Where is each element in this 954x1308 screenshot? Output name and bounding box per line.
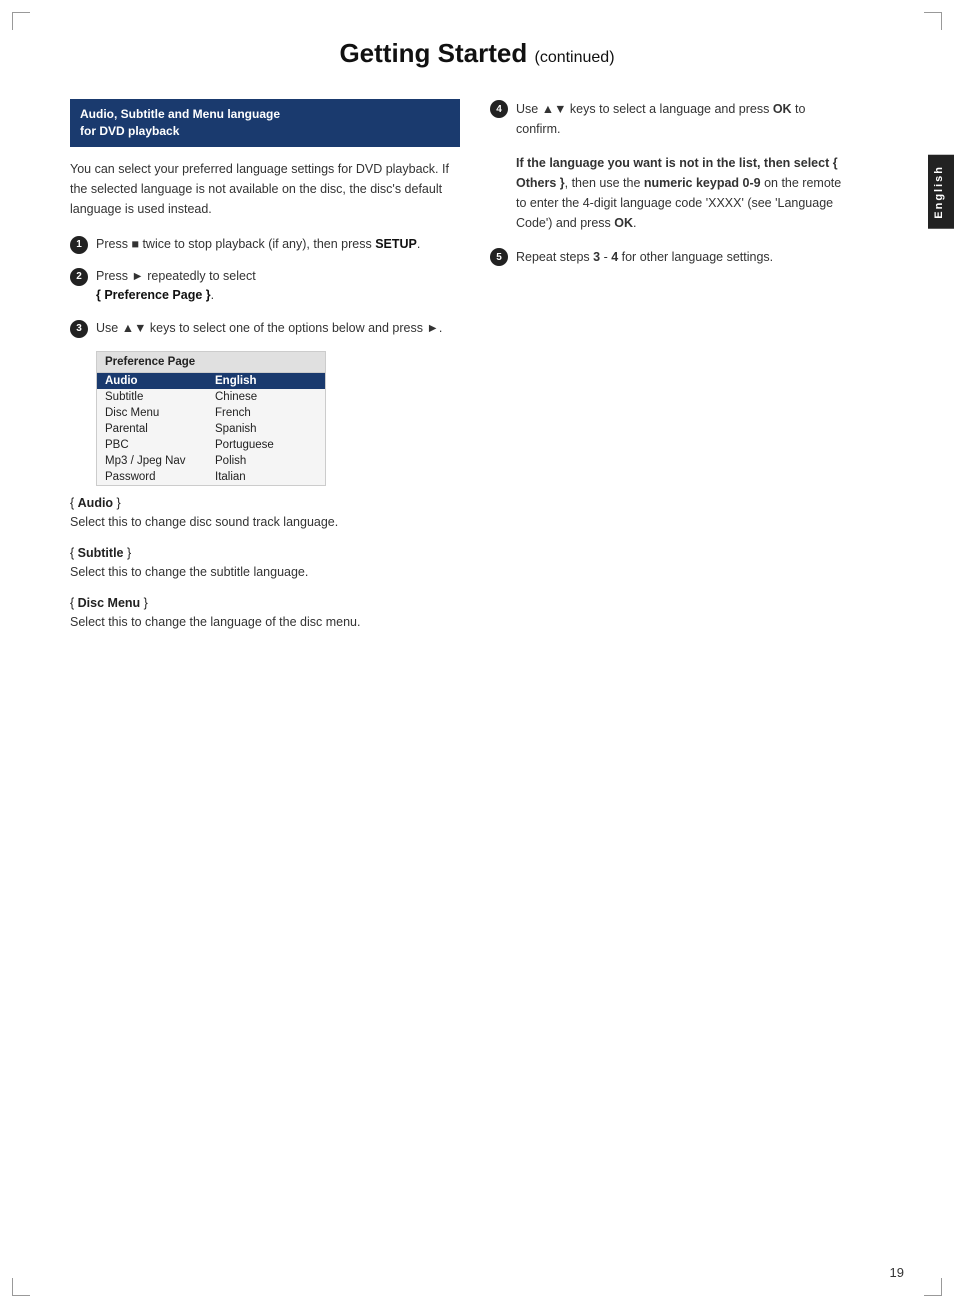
page-number: 19 xyxy=(890,1265,904,1280)
pref-left-4: PBC xyxy=(105,439,215,451)
pref-right-1: Chinese xyxy=(215,391,257,403)
pref-right-2: French xyxy=(215,407,251,419)
section-item-subtitle-title: { Subtitle } xyxy=(70,546,460,560)
pref-left-5: Mp3 / Jpeg Nav xyxy=(105,455,215,467)
section-item-audio-title: { Audio } xyxy=(70,496,460,510)
right-column: 4 Use ▲▼ keys to select a language and p… xyxy=(490,99,850,645)
step-number-4: 4 xyxy=(490,100,508,118)
step-number-3: 3 xyxy=(70,320,88,338)
section-header-box: Audio, Subtitle and Menu language for DV… xyxy=(70,99,460,147)
corner-mark-tl xyxy=(12,12,30,30)
section-item-audio: { Audio } Select this to change disc sou… xyxy=(70,496,460,532)
pref-right-6: Italian xyxy=(215,471,246,483)
step-3: 3 Use ▲▼ keys to select one of the optio… xyxy=(70,319,460,338)
side-tab-english: English xyxy=(928,155,954,229)
pref-row-1: SubtitleChinese xyxy=(97,389,325,405)
pref-row-5: Mp3 / Jpeg NavPolish xyxy=(97,453,325,469)
main-content: Audio, Subtitle and Menu language for DV… xyxy=(0,89,954,675)
section-item-discmenu-title: { Disc Menu } xyxy=(70,596,460,610)
section-item-subtitle: { Subtitle } Select this to change the s… xyxy=(70,546,460,582)
pref-right-5: Polish xyxy=(215,455,246,467)
section-item-discmenu-desc: Select this to change the language of th… xyxy=(70,613,460,632)
corner-mark-bl xyxy=(12,1278,30,1296)
pref-row-6: PasswordItalian xyxy=(97,469,325,485)
intro-text: You can select your preferred language s… xyxy=(70,159,460,219)
pref-table-body: AudioEnglishSubtitleChineseDisc MenuFren… xyxy=(97,373,325,485)
preference-table: Preference Page AudioEnglishSubtitleChin… xyxy=(96,351,326,486)
step-5-text: Repeat steps 3 - 4 for other language se… xyxy=(516,247,773,267)
corner-mark-tr xyxy=(924,12,942,30)
corner-mark-br xyxy=(924,1278,942,1296)
pref-left-1: Subtitle xyxy=(105,391,215,403)
page-title: Getting Started (continued) xyxy=(60,38,894,69)
section-item-discmenu: { Disc Menu } Select this to change the … xyxy=(70,596,460,632)
pref-left-3: Parental xyxy=(105,423,215,435)
step-1: 1 Press ■ twice to stop playback (if any… xyxy=(70,235,460,254)
section-item-subtitle-desc: Select this to change the subtitle langu… xyxy=(70,563,460,582)
pref-row-0: AudioEnglish xyxy=(97,373,325,389)
pref-right-0: English xyxy=(215,375,257,387)
right-bold-block: If the language you want is not in the l… xyxy=(516,153,850,233)
pref-right-3: Spanish xyxy=(215,423,257,435)
pref-right-4: Portuguese xyxy=(215,439,274,451)
pref-row-3: ParentalSpanish xyxy=(97,421,325,437)
step-2: 2 Press ► repeatedly to select{ Preferen… xyxy=(70,267,460,306)
page-header: Getting Started (continued) xyxy=(0,0,954,89)
pref-left-2: Disc Menu xyxy=(105,407,215,419)
step-1-text: Press ■ twice to stop playback (if any),… xyxy=(96,235,420,254)
left-column: Audio, Subtitle and Menu language for DV… xyxy=(70,99,460,645)
pref-left-0: Audio xyxy=(105,375,215,387)
step-5: 5 Repeat steps 3 - 4 for other language … xyxy=(490,247,850,267)
pref-table-header: Preference Page xyxy=(97,352,325,373)
pref-left-6: Password xyxy=(105,471,215,483)
step-number-1: 1 xyxy=(70,236,88,254)
step-number-2: 2 xyxy=(70,268,88,286)
pref-row-2: Disc MenuFrench xyxy=(97,405,325,421)
step-2-text: Press ► repeatedly to select{ Preference… xyxy=(96,267,256,306)
pref-row-4: PBCPortuguese xyxy=(97,437,325,453)
step-number-5: 5 xyxy=(490,248,508,266)
step-4-text: Use ▲▼ keys to select a language and pre… xyxy=(516,99,850,139)
section-item-audio-desc: Select this to change disc sound track l… xyxy=(70,513,460,532)
step-3-text: Use ▲▼ keys to select one of the options… xyxy=(96,319,442,338)
step-4: 4 Use ▲▼ keys to select a language and p… xyxy=(490,99,850,139)
right-bold-block-container: If the language you want is not in the l… xyxy=(516,153,850,233)
